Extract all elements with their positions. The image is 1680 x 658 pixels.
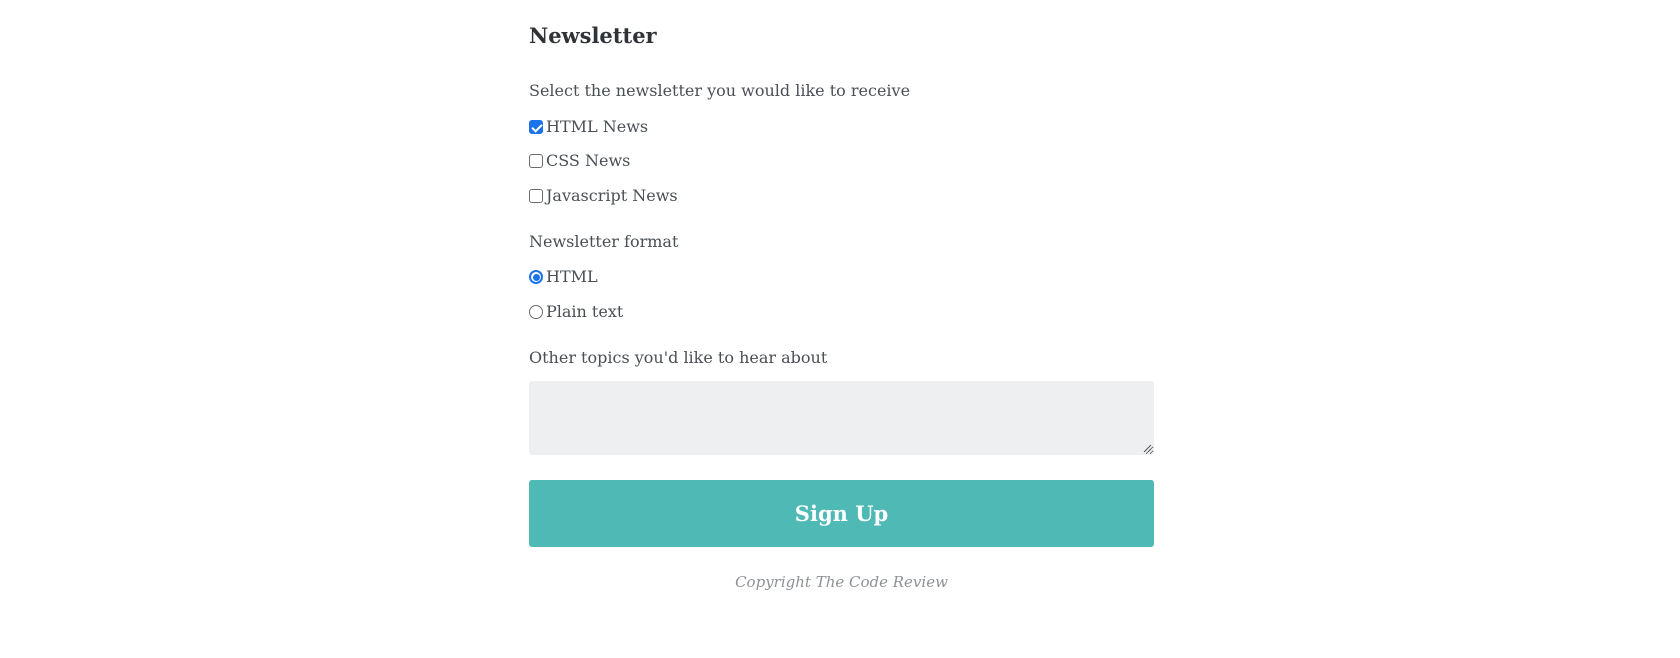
newsletter-prompt: Select the newsletter you would like to … <box>529 81 911 100</box>
newsletter-option-javascript[interactable]: Javascript News <box>529 185 678 205</box>
topics-prompt: Other topics you'd like to hear about <box>529 348 828 367</box>
topics-textarea[interactable] <box>529 381 1154 455</box>
checkbox-label[interactable]: CSS News <box>546 151 630 170</box>
radio-label[interactable]: Plain text <box>546 302 623 321</box>
checkbox-label[interactable]: Javascript News <box>546 186 678 205</box>
radio-label[interactable]: HTML <box>546 267 598 286</box>
radio-html[interactable] <box>529 270 543 284</box>
format-option-html[interactable]: HTML <box>529 266 598 286</box>
checkbox-javascript-news[interactable] <box>529 189 543 203</box>
checkbox-html-news[interactable] <box>529 120 543 134</box>
format-prompt: Newsletter format <box>529 232 679 251</box>
newsletter-option-css[interactable]: CSS News <box>529 150 630 170</box>
checkbox-label[interactable]: HTML News <box>546 117 648 136</box>
radio-plain-text[interactable] <box>529 305 543 319</box>
copyright-text: Copyright The Code Review <box>735 573 948 591</box>
checkbox-css-news[interactable] <box>529 154 543 168</box>
format-option-plain-text[interactable]: Plain text <box>529 301 623 321</box>
newsletter-option-html[interactable]: HTML News <box>529 116 648 136</box>
sign-up-button[interactable]: Sign Up <box>529 480 1154 547</box>
form-title: Newsletter <box>529 23 657 48</box>
